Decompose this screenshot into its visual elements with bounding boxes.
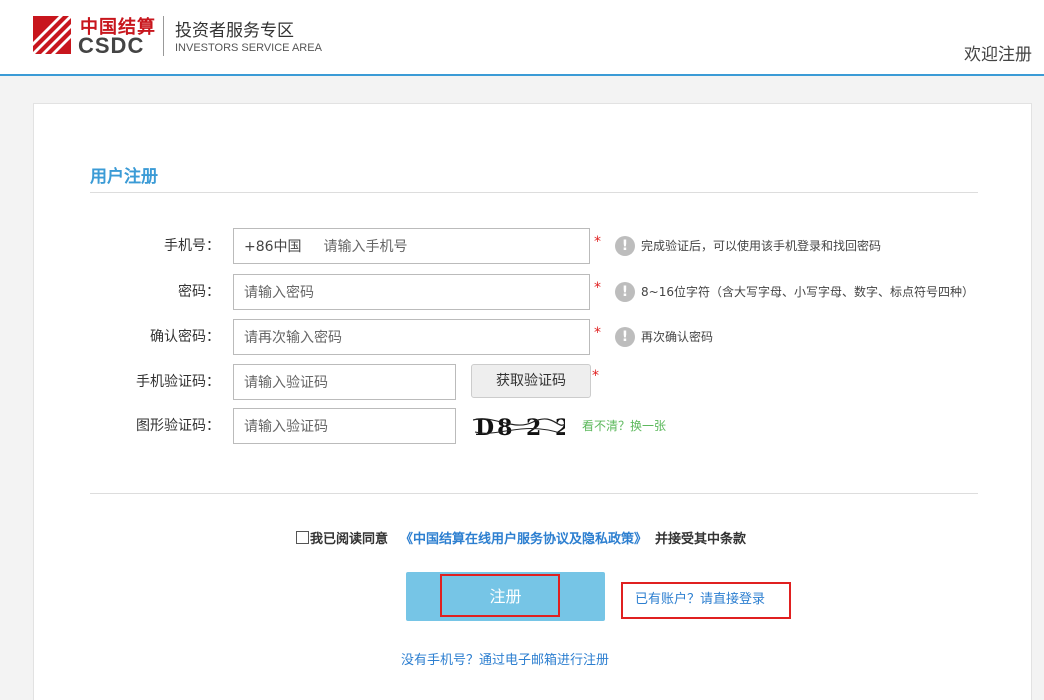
phone-row: 手机号： +86中国 请输入手机号 * ! 完成验证后，可以使用该手机登录和找回…	[34, 228, 1033, 264]
agree-suffix: 并接受其中条款	[655, 532, 747, 547]
welcome-text: 欢迎注册	[964, 45, 1032, 65]
password-row: 密码： 请输入密码 * ! 8~16位字符（含大写字母、小写字母、数字、标点符号…	[34, 274, 1033, 310]
confirm-password-label: 确认密码：	[150, 329, 220, 345]
password-placeholder: 请输入密码	[244, 285, 314, 301]
image-code-row: 图形验证码： 请输入验证码 D8 2 2 看不清？换一张	[34, 408, 1033, 444]
info-icon: !	[615, 282, 635, 302]
agree-checkbox[interactable]	[296, 531, 309, 544]
info-icon: !	[615, 236, 635, 256]
agree-text: 我已阅读同意	[310, 532, 389, 547]
logo-english: CSDC	[78, 33, 145, 58]
sms-code-input[interactable]: 请输入验证码	[233, 364, 456, 400]
form-divider	[90, 493, 978, 494]
phone-placeholder: 请输入手机号	[323, 239, 408, 255]
logo-divider	[163, 16, 164, 56]
confirm-password-placeholder: 请再次输入密码	[244, 330, 342, 346]
password-input[interactable]: 请输入密码	[233, 274, 590, 310]
get-code-button[interactable]: 获取验证码	[471, 364, 591, 398]
captcha-image[interactable]: D8 2 2	[473, 410, 565, 442]
title-divider	[90, 192, 978, 193]
sms-code-row: 手机验证码： 请输入验证码 获取验证码 *	[34, 364, 1033, 400]
image-code-label: 图形验证码：	[136, 418, 220, 434]
confirm-password-hint: 再次确认密码	[641, 330, 714, 344]
sms-code-placeholder: 请输入验证码	[244, 375, 328, 391]
required-mark: *	[594, 234, 601, 250]
refresh-captcha-link[interactable]: 看不清？换一张	[582, 408, 666, 444]
site-header: 中国结算 CSDC 投资者服务专区 INVESTORS SERVICE AREA…	[0, 0, 1044, 76]
phone-label: 手机号：	[164, 238, 220, 254]
agreement: 我已阅读同意 《中国结算在线用户服务协议及隐私政策》 并接受其中条款	[296, 528, 746, 547]
section-title: 用户注册	[90, 167, 158, 187]
phone-hint: 完成验证后，可以使用该手机登录和找回密码	[641, 239, 882, 253]
policy-link[interactable]: 《中国结算在线用户服务协议及隐私政策》	[400, 528, 647, 547]
password-label: 密码：	[178, 284, 220, 300]
required-mark: *	[594, 280, 601, 296]
info-icon: !	[615, 327, 635, 347]
phone-input[interactable]: +86中国 请输入手机号	[233, 228, 590, 264]
register-button[interactable]: 注册	[406, 572, 605, 621]
register-card: 用户注册 手机号： +86中国 请输入手机号 * ! 完成验证后，可以使用该手机…	[33, 103, 1032, 700]
area-title: 投资者服务专区	[175, 21, 294, 41]
image-code-placeholder: 请输入验证码	[244, 419, 328, 435]
confirm-password-input[interactable]: 请再次输入密码	[233, 319, 590, 355]
csdc-logo-icon	[33, 16, 71, 54]
required-mark: *	[594, 325, 601, 341]
login-link[interactable]: 已有账户？请直接登录	[635, 588, 765, 607]
email-register-link[interactable]: 没有手机号？通过电子邮箱进行注册	[401, 649, 609, 668]
image-code-input[interactable]: 请输入验证码	[233, 408, 456, 444]
required-mark: *	[592, 368, 599, 384]
sms-code-label: 手机验证码：	[136, 374, 220, 390]
password-hint: 8~16位字符（含大写字母、小写字母、数字、标点符号四种）	[641, 285, 974, 299]
confirm-password-row: 确认密码： 请再次输入密码 * ! 再次确认密码	[34, 319, 1033, 355]
country-code-select[interactable]: +86中国	[244, 236, 302, 256]
area-subtitle: INVESTORS SERVICE AREA	[175, 42, 322, 54]
